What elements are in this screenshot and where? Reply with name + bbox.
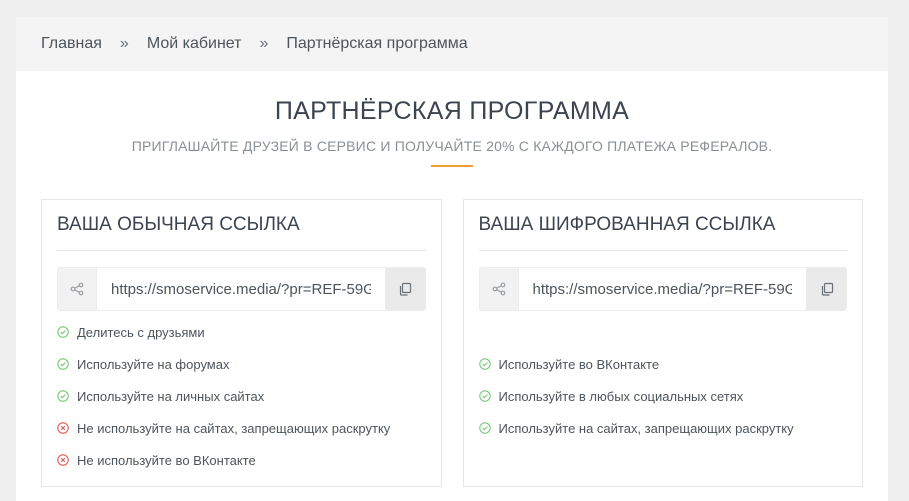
encrypted-link-input[interactable] xyxy=(518,268,806,310)
feature-text: Используйте во ВКонтакте xyxy=(498,356,660,372)
feature-item: Используйте на личных сайтах xyxy=(57,380,426,412)
regular-link-group xyxy=(57,267,426,311)
check-circle-icon xyxy=(478,358,491,370)
breadcrumb-current: Партнёрская программа xyxy=(286,35,468,52)
encrypted-link-card: ВАША ШИФРОВАННАЯ ССЫЛКА Используйте во В… xyxy=(462,199,863,487)
feature-text: Используйте на сайтах, запрещающих раскр… xyxy=(498,420,794,436)
feature-text: Не используйте во ВКонтакте xyxy=(77,452,256,468)
feature-item: Делитесь с друзьями xyxy=(57,316,426,348)
feature-text: Используйте на форумах xyxy=(77,356,230,372)
regular-link-card: ВАША ОБЫЧНАЯ ССЫЛКА Делитесь с друзьями И… xyxy=(41,199,442,487)
regular-link-input[interactable] xyxy=(97,268,385,310)
x-circle-icon xyxy=(57,454,69,466)
card-title: ВАША ОБЫЧНАЯ ССЫЛКА xyxy=(57,214,426,251)
check-circle-icon xyxy=(478,422,491,434)
page-subtitle: ПРИГЛАШАЙТЕ ДРУЗЕЙ В СЕРВИС И ПОЛУЧАЙТЕ … xyxy=(131,138,773,154)
feature-text: Используйте в любых социальных сетях xyxy=(498,388,744,404)
feature-item: Используйте во ВКонтакте xyxy=(478,348,848,380)
page-header: ПАРТНЁРСКАЯ ПРОГРАММА ПРИГЛАШАЙТЕ ДРУЗЕЙ… xyxy=(16,71,888,167)
breadcrumb-separator: » xyxy=(119,35,129,52)
x-circle-icon xyxy=(57,422,69,434)
page-container: Главная » Мой кабинет » Партнёрская прог… xyxy=(16,17,888,501)
feature-item: Используйте в любых социальных сетях xyxy=(478,380,848,412)
feature-text: Используйте на личных сайтах xyxy=(77,388,265,404)
check-circle-icon xyxy=(478,390,491,402)
title-accent-bar xyxy=(431,165,473,167)
feature-item: Используйте на сайтах, запрещающих раскр… xyxy=(478,412,848,444)
feature-text: Не используйте на сайтах, запрещающих ра… xyxy=(77,420,391,436)
feature-item: Используйте на форумах xyxy=(57,348,426,380)
check-circle-icon xyxy=(57,390,69,402)
check-circle-icon xyxy=(57,326,69,338)
breadcrumb-home-link[interactable]: Главная xyxy=(41,35,102,53)
feature-text: Делитесь с друзьями xyxy=(77,324,205,340)
encrypted-features-list: Используйте во ВКонтакте Используйте в лю… xyxy=(478,348,848,444)
page-title: ПАРТНЁРСКАЯ ПРОГРАММА xyxy=(274,97,630,125)
share-icon xyxy=(479,268,519,310)
breadcrumb-separator: » xyxy=(259,35,269,52)
breadcrumb-cabinet-link[interactable]: Мой кабинет xyxy=(147,35,242,53)
copy-icon[interactable] xyxy=(806,268,846,310)
card-title: ВАША ШИФРОВАННАЯ ССЫЛКА xyxy=(478,214,847,251)
encrypted-link-group xyxy=(478,267,847,311)
copy-icon[interactable] xyxy=(384,268,425,310)
link-cards: ВАША ОБЫЧНАЯ ССЫЛКА Делитесь с друзьями И… xyxy=(41,199,863,487)
feature-item: Не используйте на сайтах, запрещающих ра… xyxy=(57,412,426,444)
breadcrumb: Главная » Мой кабинет » Партнёрская прог… xyxy=(16,17,888,71)
share-icon xyxy=(58,268,97,310)
feature-item: Не используйте во ВКонтакте xyxy=(57,444,426,476)
check-circle-icon xyxy=(57,358,69,370)
regular-features-list: Делитесь с друзьями Используйте на форума… xyxy=(57,316,426,476)
